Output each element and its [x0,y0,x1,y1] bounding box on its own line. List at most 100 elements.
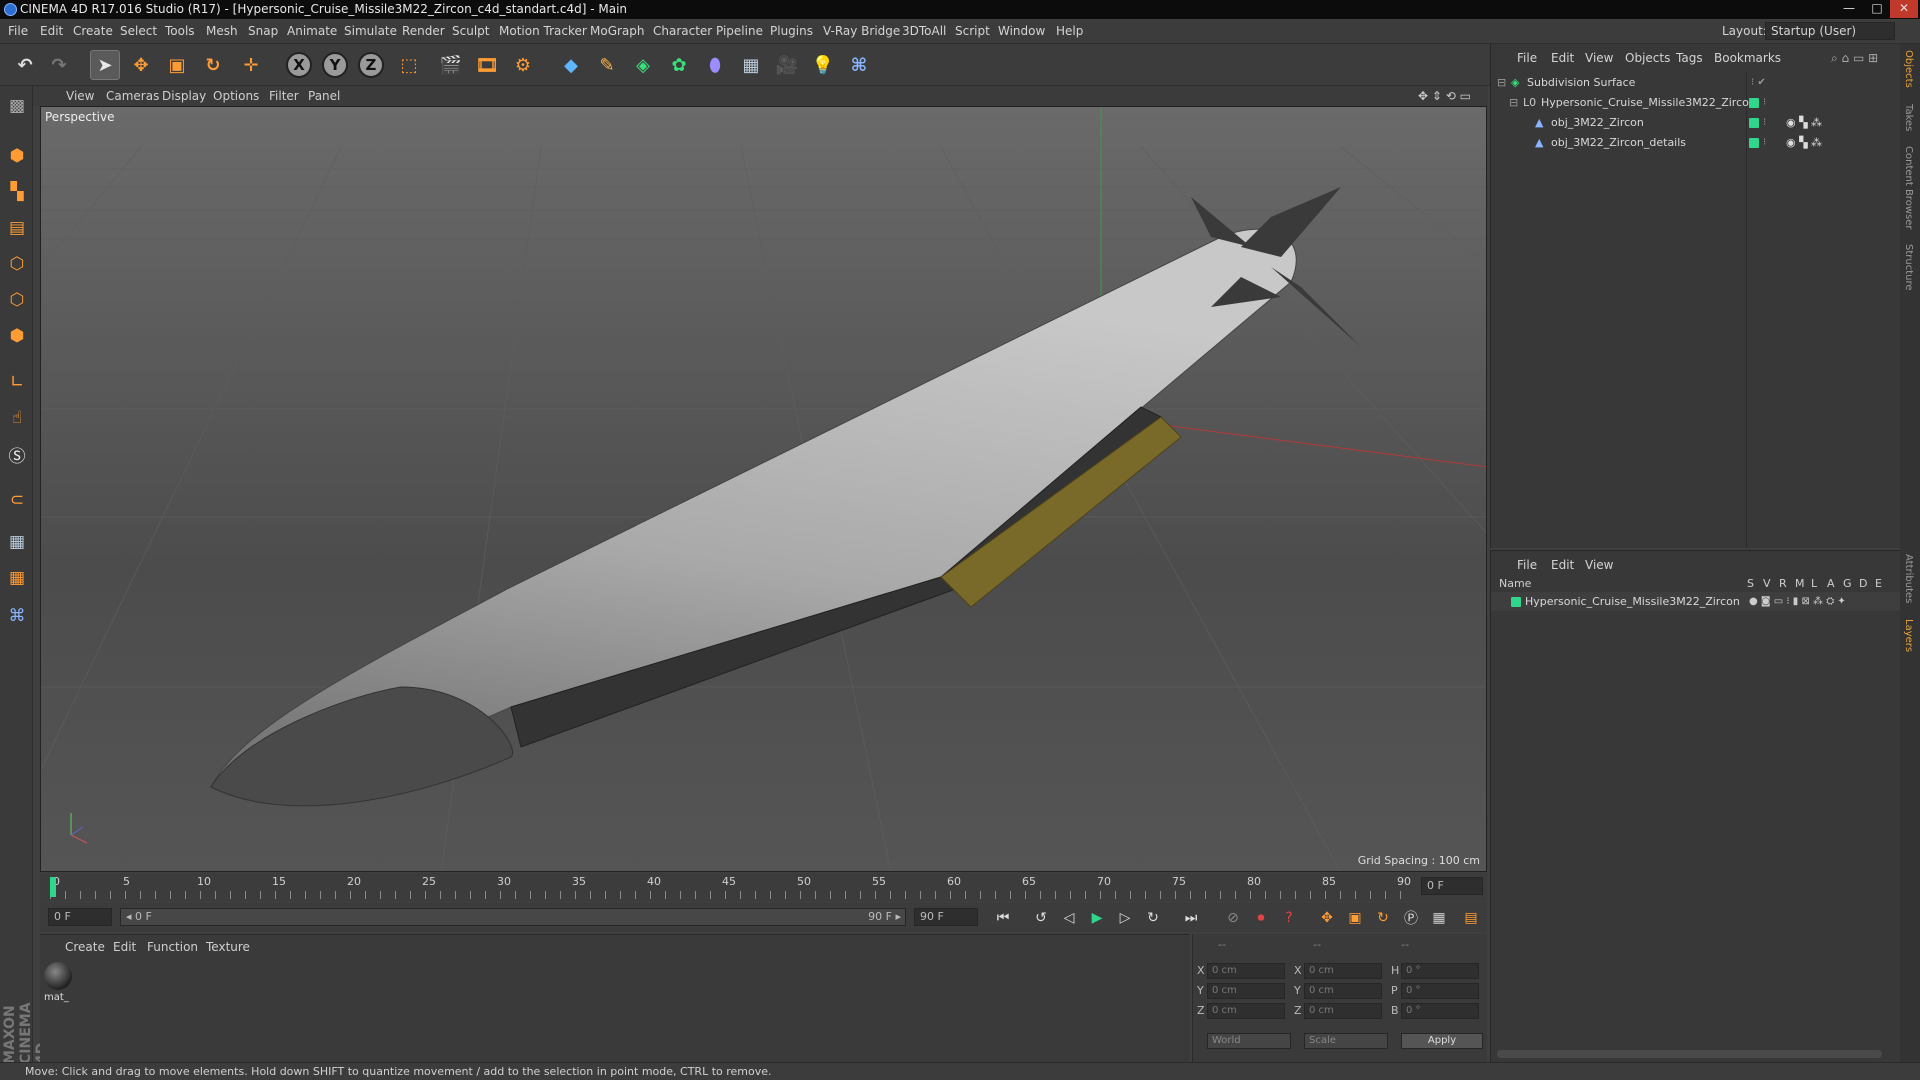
floor-environment-icon[interactable]: ▦ [736,50,766,80]
next-frame-icon[interactable]: ▷ [1114,907,1136,929]
objmgr-menu-tags[interactable]: Tags [1676,51,1703,65]
timeline-window-icon[interactable]: ▤ [1460,907,1482,929]
edges-mode-icon[interactable]: ⬡ [3,286,31,314]
tab-content-browser[interactable]: Content Browser [1903,146,1914,229]
material-name[interactable]: mat_ [44,992,69,1003]
go-to-start-icon[interactable]: ⏮ [992,907,1014,929]
tab-attributes[interactable]: Attributes [1903,554,1914,603]
next-key-icon[interactable]: ↻ [1142,907,1164,929]
subdivision-surface-icon[interactable]: ◈ [628,50,658,80]
rotate-tool-icon[interactable]: ↻ [198,50,228,80]
layer-row[interactable]: Hypersonic_Cruise_Missile3M22_Zircon ● ◙… [1491,592,1901,611]
cube-primitive-icon[interactable]: ◆ [556,50,586,80]
pos-z-field[interactable]: 0 cm [1207,1003,1285,1019]
timeline-ruler[interactable]: 0 5 10 15 20 25 30 35 40 45 50 55 60 65 … [40,873,1487,901]
object-row[interactable]: ▲ obj_3M22_Zircon_details ⁝ ◉ ▚ ⁂ [1491,133,1901,152]
spline-pen-icon[interactable]: ✎ [592,50,622,80]
record-active-icon[interactable]: ⏺ [1250,907,1272,929]
menu-create[interactable]: Create [73,24,113,38]
visibility-dots-icon[interactable]: ⁝ ✔ [1751,73,1766,92]
menu-render[interactable]: Render [402,24,445,38]
previous-key-icon[interactable]: ↺ [1030,907,1052,929]
maximize-button[interactable]: □ [1864,0,1890,18]
menu-simulate[interactable]: Simulate [344,24,397,38]
objmgr-menu-bookmarks[interactable]: Bookmarks [1714,51,1781,65]
play-forward-icon[interactable]: ▶ [1086,907,1108,929]
menu-vray-bridge[interactable]: V-Ray Bridge [823,24,900,38]
points-mode-icon[interactable]: ⬡ [3,250,31,278]
select-arrow-icon[interactable]: ➤ [90,50,120,80]
mograph-cloner-icon[interactable]: ✿ [664,50,694,80]
end-frame-field[interactable]: 90 F [914,908,978,926]
menu-select[interactable]: Select [120,24,157,38]
render-settings-icon[interactable]: ⚙ [508,50,538,80]
make-editable-icon[interactable]: ▩ [3,92,31,120]
layer-flag-icons[interactable]: ● ◙ ▭ ⁝ ▮ ⊠ ⁂ ⛭ ✦ [1749,592,1846,611]
layermgr-menu-file[interactable]: File [1517,558,1537,572]
menu-3dtoall[interactable]: 3DToAll [902,24,946,38]
workplane-icon[interactable]: ▤ [3,214,31,242]
start-frame-field[interactable]: 0 F [48,908,112,926]
axis-mode-icon[interactable]: ∟ [3,368,31,396]
camera-icon[interactable]: 🎥 [772,50,802,80]
layer-horizontal-scrollbar[interactable] [1497,1050,1882,1058]
polygons-mode-icon[interactable]: ⬢ [3,322,31,350]
menu-script[interactable]: Script [955,24,990,38]
layer-color-swatch[interactable] [1749,98,1759,108]
viewport-menu-view[interactable]: View [66,89,94,103]
menu-motion-tracker[interactable]: Motion Tracker [499,24,587,38]
layer-color-swatch[interactable] [1511,597,1521,607]
3d-viewport[interactable]: Perspective Grid Spacing : 100 cm [40,106,1487,872]
tab-takes[interactable]: Takes [1903,104,1914,131]
y-axis-lock-button[interactable]: Y [322,52,348,78]
move-tool-icon[interactable]: ✥ [126,50,156,80]
coordinate-space-dropdown[interactable]: World [1207,1033,1291,1049]
object-row[interactable]: ▲ obj_3M22_Zircon ⁝ ◉ ▚ ⁂ [1491,113,1901,132]
rot-p-field[interactable]: 0 ° [1401,983,1479,999]
menu-pipeline[interactable]: Pipeline [716,24,763,38]
menu-window[interactable]: Window [998,24,1045,38]
visibility-dots-icon[interactable]: ⁝ [1763,93,1766,112]
object-row[interactable]: ⊟ ◈ Subdivision Surface ⁝ ✔ [1491,73,1901,92]
object-row[interactable]: ⊟ L0 Hypersonic_Cruise_Missile3M22_Zirco… [1491,93,1901,112]
viewport-menu-options[interactable]: Options [213,89,259,103]
menu-help[interactable]: Help [1056,24,1083,38]
menu-file[interactable]: File [8,24,28,38]
snap-icon[interactable]: Ⓢ [3,440,31,468]
light-bulb-icon[interactable]: 💡 [808,50,838,80]
frame-range-slider[interactable]: ◂ 0 F 90 F ▸ [120,908,906,926]
tab-structure[interactable]: Structure [1903,244,1914,291]
deformer-icon[interactable]: ⬮ [700,50,730,80]
tweak-mode-icon[interactable]: ☝ [3,404,31,432]
key-position-icon[interactable]: ✥ [1316,907,1338,929]
material-tag-icon[interactable]: ◉ ▚ ⁂ [1786,113,1822,132]
viewport-menu-filter[interactable]: Filter [269,89,299,103]
go-to-end-icon[interactable]: ⏭ [1180,907,1202,929]
objmgr-menu-file[interactable]: File [1517,51,1537,65]
pos-x-field[interactable]: 0 cm [1207,963,1285,979]
layer-color-swatch[interactable] [1749,118,1759,128]
objmgr-menu-objects[interactable]: Objects [1625,51,1670,65]
size-mode-dropdown[interactable]: Scale [1304,1033,1388,1049]
viewport-menu-cameras[interactable]: Cameras [106,89,159,103]
menu-character[interactable]: Character [653,24,712,38]
size-y-field[interactable]: 0 cm [1304,983,1382,999]
tab-layers[interactable]: Layers [1903,619,1914,652]
objmgr-menu-edit[interactable]: Edit [1551,51,1574,65]
material-menu-create[interactable]: Create [65,940,105,954]
minimize-button[interactable]: — [1836,0,1862,18]
magnet-icon[interactable]: ⊂ [3,486,31,514]
python-icon[interactable]: ⌘ [844,50,874,80]
material-menu-texture[interactable]: Texture [206,940,250,954]
redo-icon[interactable]: ↷ [44,50,74,80]
key-parameter-icon[interactable]: Ⓟ [1400,907,1422,929]
key-rotation-icon[interactable]: ↻ [1372,907,1394,929]
menu-animate[interactable]: Animate [287,24,337,38]
live-select-icon[interactable]: ✛ [236,50,266,80]
expand-toggle-icon[interactable]: ⊟ [1497,73,1506,92]
viewport-navigation-icons[interactable]: ✥ ⇕ ⟲ ▭ [1418,89,1471,103]
planar-workplane-icon[interactable]: ▦ [3,564,31,592]
menu-plugins[interactable]: Plugins [770,24,813,38]
layer-color-swatch[interactable] [1749,138,1759,148]
previous-frame-icon[interactable]: ◁ [1058,907,1080,929]
